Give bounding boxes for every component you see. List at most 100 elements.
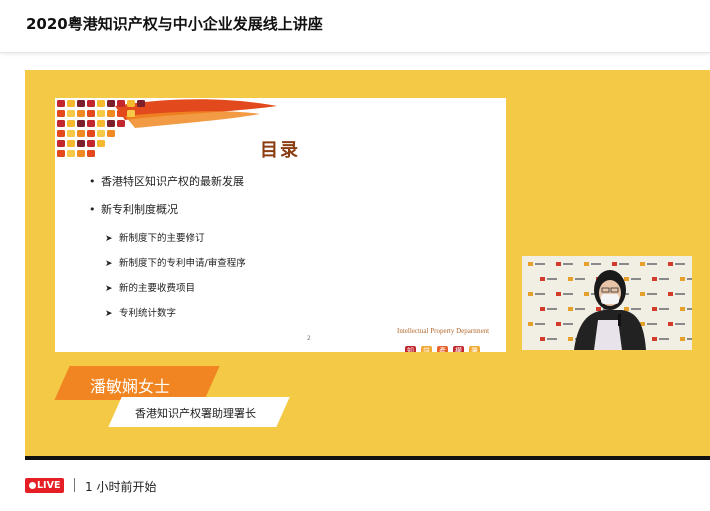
backdrop-logo: [624, 277, 629, 281]
decoration-square: [87, 110, 95, 117]
backdrop-logo-text: [619, 263, 629, 265]
decoration-square: [87, 100, 95, 107]
speaker-name: 潘敏娴女士: [90, 377, 171, 396]
decoration-square: [67, 130, 75, 137]
backdrop-logo-text: [563, 323, 573, 325]
decoration-square: [57, 100, 65, 107]
department-char: 權: [453, 346, 464, 352]
department-char: 署: [469, 346, 480, 352]
decoration-square: [77, 100, 85, 107]
decoration-square: [127, 100, 135, 107]
backdrop-logo-text: [659, 308, 669, 310]
speaker-video-frame: [522, 256, 692, 350]
decoration-square: [67, 110, 75, 117]
bullet-dot: •: [89, 203, 96, 216]
backdrop-logo: [556, 322, 561, 326]
arrow-right-icon: ➤: [105, 309, 113, 319]
speaker-camera-feed: [522, 256, 692, 350]
backdrop-logo-text: [575, 308, 585, 310]
arrow-right-icon: ➤: [105, 234, 113, 244]
backdrop-logo-text: [647, 323, 657, 325]
sub-item: ➤ 新的主要收费项目: [105, 283, 196, 294]
decoration-square: [97, 100, 105, 107]
backdrop-logo: [652, 307, 657, 311]
backdrop-logo: [668, 292, 673, 296]
decoration-square: [87, 120, 95, 127]
decoration-square: [97, 110, 105, 117]
department-char: 知: [405, 346, 416, 352]
backdrop-logo-text: [591, 263, 601, 265]
backdrop-logo: [624, 307, 629, 311]
decoration-square: [77, 110, 85, 117]
sub-item: ➤ 专利统计数字: [105, 308, 177, 319]
department-char: 識: [421, 346, 432, 352]
department-name-en: Intellectual Property Department: [397, 327, 490, 335]
player-bottom-border: [25, 456, 710, 460]
record-dot-icon: [29, 482, 36, 489]
backdrop-logo-text: [647, 263, 657, 265]
bullet-dot: •: [89, 175, 96, 188]
decoration-square: [97, 120, 105, 127]
backdrop-logo: [612, 262, 617, 266]
backdrop-logo-text: [535, 323, 545, 325]
backdrop-logo-text: [547, 308, 557, 310]
backdrop-logo: [556, 292, 561, 296]
status-separator: [74, 478, 75, 492]
decoration-square: [97, 130, 105, 137]
speaker-role: 香港知识产权署助理署长: [135, 407, 256, 420]
backdrop-logo: [528, 262, 533, 266]
backdrop-logo: [584, 262, 589, 266]
backdrop-logo: [680, 277, 685, 281]
backdrop-logo: [668, 322, 673, 326]
decoration-square: [77, 140, 85, 147]
backdrop-logo: [528, 292, 533, 296]
decoration-square: [67, 140, 75, 147]
decoration-square: [67, 120, 75, 127]
backdrop-logo-text: [675, 263, 685, 265]
decoration-square: [97, 140, 105, 147]
decoration-square: [117, 120, 125, 127]
slide-title: 目录: [260, 140, 300, 161]
bullet-item: • 香港特区知识产权的最新发展: [89, 175, 244, 188]
presentation-slide: 目录 • 香港特区知识产权的最新发展 • 新专利制度概况 ➤ 新制度下的主要修订 ➤ 新…: [55, 98, 506, 352]
backdrop-logo-text: [547, 338, 557, 340]
backdrop-logo: [528, 322, 533, 326]
backdrop-logo-text: [687, 338, 692, 340]
backdrop-logo: [668, 262, 673, 266]
arrow-right-icon: ➤: [105, 259, 113, 269]
decoration-square: [57, 150, 65, 157]
backdrop-logo: [556, 262, 561, 266]
backdrop-logo-text: [675, 293, 685, 295]
decoration-square: [57, 140, 65, 147]
backdrop-logo: [568, 337, 573, 341]
backdrop-logo: [652, 277, 657, 281]
decoration-square: [137, 100, 145, 107]
backdrop-logo-text: [687, 278, 692, 280]
backdrop-logo-text: [647, 293, 657, 295]
slide-corner-decoration: [57, 99, 277, 157]
backdrop-logo-text: [547, 278, 557, 280]
decoration-square: [67, 150, 75, 157]
decoration-square: [127, 110, 135, 117]
arrow-right-icon: ➤: [105, 284, 113, 294]
backdrop-logo: [652, 337, 657, 341]
backdrop-logo: [540, 337, 545, 341]
backdrop-logo: [540, 307, 545, 311]
backdrop-logo-text: [659, 278, 669, 280]
department-char: 產: [437, 346, 448, 352]
department-logo: 知識產權署: [405, 338, 485, 352]
decoration-square: [67, 100, 75, 107]
page-title: 2020粤港知识产权与中小企业发展线上讲座: [26, 15, 323, 33]
backdrop-logo-text: [575, 278, 585, 280]
decoration-square: [77, 120, 85, 127]
decoration-square: [107, 130, 115, 137]
slide-page-number: 2: [307, 335, 311, 342]
decoration-square: [77, 150, 85, 157]
decoration-square: [117, 110, 125, 117]
decoration-square: [87, 140, 95, 147]
stream-start-time: 1 小时前开始: [85, 480, 157, 494]
backdrop-logo: [584, 292, 589, 296]
backdrop-logo-text: [659, 338, 669, 340]
decoration-square: [107, 110, 115, 117]
bullet-item: • 新专利制度概况: [89, 203, 178, 216]
